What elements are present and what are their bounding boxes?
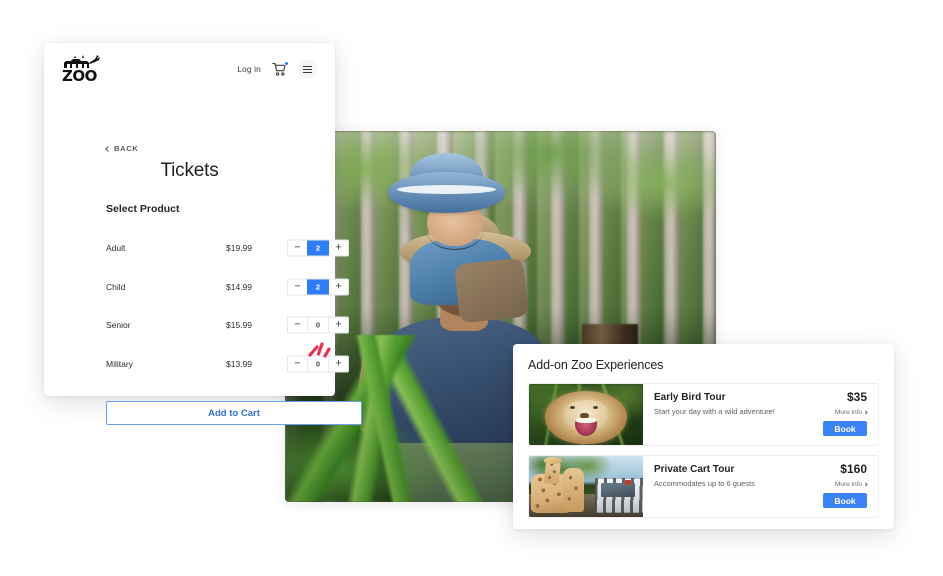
quantity-increment-button[interactable]: + <box>329 356 348 372</box>
quantity-value[interactable]: 0 <box>307 317 329 333</box>
quantity-increment-button[interactable]: + <box>329 317 348 333</box>
tour-cart-brake-light <box>624 480 631 486</box>
quantity-decrement-button[interactable]: − <box>288 240 307 256</box>
product-price: $14.99 <box>226 281 252 292</box>
giraffe-cart-thumbnail <box>529 456 643 517</box>
table-row: Adult $19.99 − 2 + <box>106 229 362 268</box>
giraffe-head <box>543 457 563 464</box>
addon-name: Private Cart Tour <box>654 464 735 475</box>
chevron-right-icon <box>863 482 868 487</box>
quantity-increment-button[interactable]: + <box>329 240 348 256</box>
product-price: $19.99 <box>226 243 252 254</box>
quantity-decrement-button[interactable]: − <box>288 279 307 295</box>
screenshot-root: ZOO Log in BACK Tickets Select Product A… <box>0 0 943 576</box>
zoo-logo-wordmark: ZOO <box>62 66 97 85</box>
page-title: Tickets <box>160 160 219 181</box>
cart-button[interactable] <box>272 60 289 77</box>
lion-teeth <box>575 418 597 424</box>
hamburger-menu-button[interactable] <box>298 59 317 79</box>
product-name: Military <box>106 358 133 369</box>
addon-experiences-panel: Add-on Zoo Experiences Early Bird Tour S… <box>513 344 894 529</box>
quantity-stepper: − 0 + <box>287 355 349 373</box>
more-info-link[interactable]: More info <box>834 481 868 488</box>
hamburger-menu-icon <box>303 68 312 70</box>
table-row: Military $13.99 − 0 + <box>106 345 362 384</box>
product-price: $15.99 <box>226 320 252 331</box>
quantity-stepper: − 2 + <box>287 239 349 257</box>
quantity-stepper: − 0 + <box>287 316 349 334</box>
more-info-label: More info <box>834 409 862 416</box>
chevron-right-icon <box>863 410 868 415</box>
quantity-value[interactable]: 0 <box>307 356 329 372</box>
more-info-link[interactable]: More info <box>834 409 868 416</box>
product-name: Adult <box>106 243 126 254</box>
login-link[interactable]: Log in <box>237 64 261 74</box>
addon-card-info: Early Bird Tour Start your day with a wi… <box>643 384 878 445</box>
addon-price: $160 <box>840 462 867 476</box>
tickets-panel-header: ZOO Log in <box>44 43 335 95</box>
table-row: Senior $15.99 − 0 + <box>106 306 362 345</box>
back-link[interactable]: BACK <box>105 144 139 153</box>
chevron-left-icon <box>105 145 111 152</box>
quantity-decrement-button[interactable]: − <box>288 356 307 372</box>
cart-badge-dot <box>284 60 289 66</box>
product-list: Adult $19.99 − 2 + Child $14.99 − 2 + Se… <box>106 229 362 383</box>
table-row: Child $14.99 − 2 + <box>106 268 362 307</box>
book-button[interactable]: Book <box>823 421 867 436</box>
addon-panel-title: Add-on Zoo Experiences <box>528 358 664 372</box>
addon-name: Early Bird Tour <box>654 392 726 403</box>
header-actions: Log in <box>237 59 317 79</box>
back-label: BACK <box>114 144 139 153</box>
quantity-stepper: − 2 + <box>287 278 349 296</box>
addon-card-info: Private Cart Tour Accommodates up to 6 g… <box>643 456 878 517</box>
lion-roaring-thumbnail <box>529 384 643 445</box>
zoo-logo[interactable]: ZOO <box>62 54 106 85</box>
tour-cart-window <box>600 482 635 498</box>
book-button[interactable]: Book <box>823 493 867 508</box>
quantity-value[interactable]: 2 <box>307 279 329 295</box>
product-name: Senior <box>106 320 131 331</box>
lion-left-eye <box>570 405 576 409</box>
lion-right-eye <box>592 405 598 409</box>
product-name: Child <box>106 281 126 292</box>
list-item[interactable]: Private Cart Tour Accommodates up to 6 g… <box>528 455 879 518</box>
quantity-value[interactable]: 2 <box>307 240 329 256</box>
second-giraffe <box>563 468 584 513</box>
more-info-label: More info <box>834 481 862 488</box>
select-product-label: Select Product <box>106 203 180 215</box>
add-to-cart-button[interactable]: Add to Cart <box>106 401 362 425</box>
tickets-panel: ZOO Log in BACK Tickets Select Product A… <box>44 43 362 425</box>
quantity-increment-button[interactable]: + <box>329 279 348 295</box>
addon-price: $35 <box>846 390 867 404</box>
list-item[interactable]: Early Bird Tour Start your day with a wi… <box>528 383 879 446</box>
product-price: $13.99 <box>226 358 252 369</box>
quantity-decrement-button[interactable]: − <box>288 317 307 333</box>
